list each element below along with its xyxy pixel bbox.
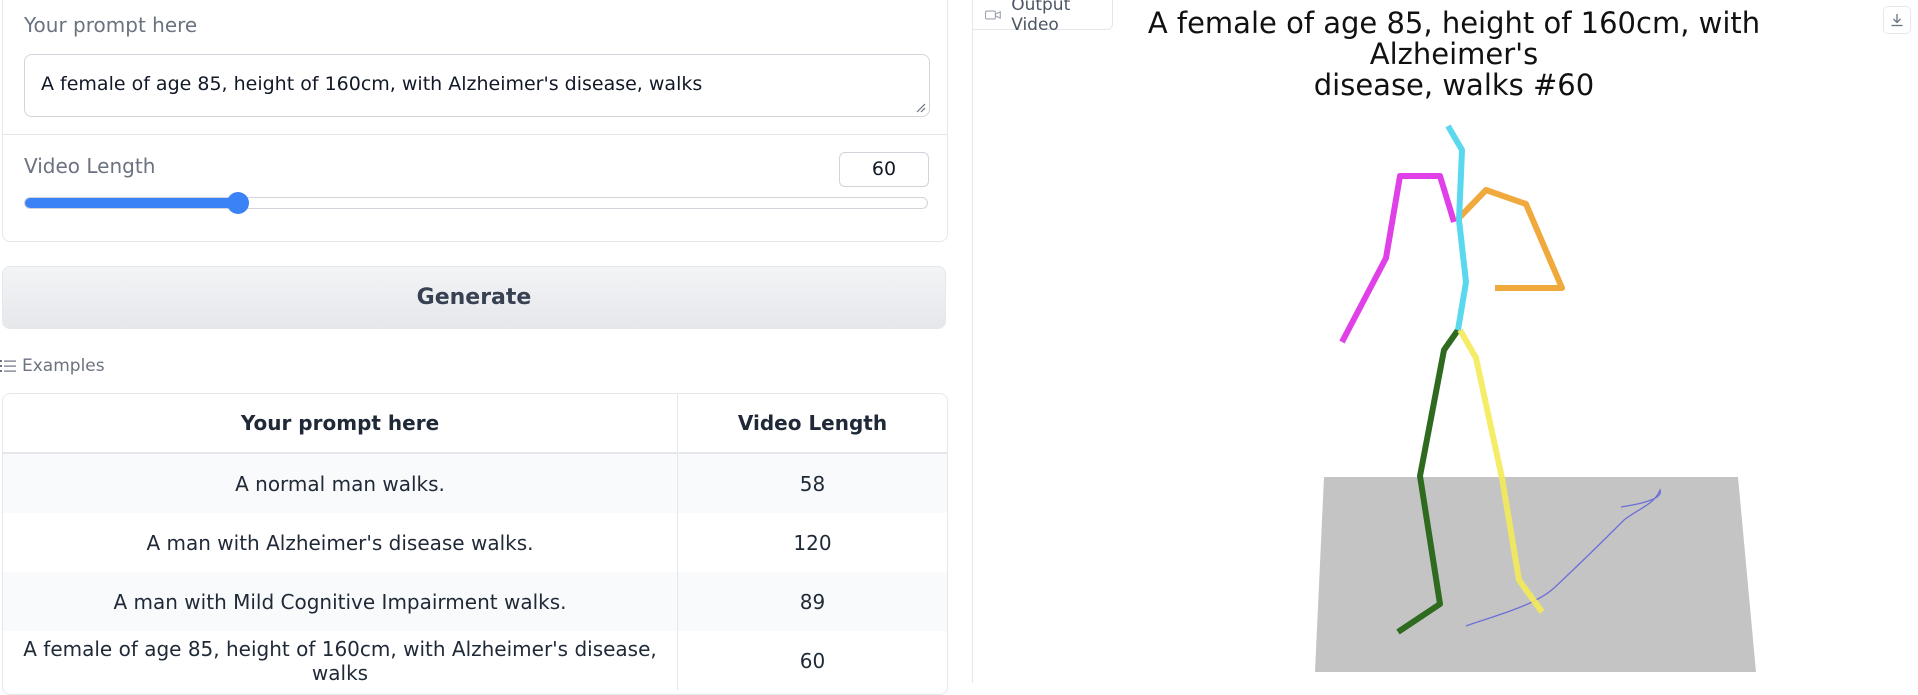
- skeleton-scene: [1315, 124, 1756, 672]
- example-length[interactable]: 58: [677, 453, 947, 513]
- example-length[interactable]: 120: [678, 513, 948, 572]
- example-length[interactable]: 60: [678, 631, 948, 690]
- output-panel: A female of age 85, height of 160cm, wit…: [972, 0, 1918, 683]
- download-icon: [1891, 14, 1903, 27]
- prompt-text: A female of age 85, height of 160cm, wit…: [41, 73, 703, 95]
- table-row[interactable]: A normal man walks. 58: [3, 453, 947, 513]
- table-row[interactable]: A female of age 85, height of 160cm, wit…: [3, 631, 947, 690]
- column-header-prompt: Your prompt here: [3, 394, 678, 454]
- list-icon: [0, 360, 16, 372]
- table-row[interactable]: A man with Alzheimer's disease walks. 12…: [3, 513, 947, 572]
- example-prompt[interactable]: A man with Alzheimer's disease walks.: [3, 513, 678, 572]
- video-length-slider[interactable]: [24, 192, 928, 214]
- examples-table: Your prompt here Video Length A normal m…: [2, 393, 948, 695]
- spine: [1445, 124, 1469, 331]
- floor-plane: [1315, 477, 1756, 672]
- slider-thumb[interactable]: [226, 192, 249, 214]
- video-length-input[interactable]: 60: [839, 152, 929, 187]
- divider: [3, 134, 947, 135]
- output-video[interactable]: A female of age 85, height of 160cm, wit…: [974, 0, 1918, 683]
- right-arm: [1339, 173, 1457, 344]
- output-video-tab-label: Output Video: [1011, 0, 1071, 35]
- table-row[interactable]: A man with Mild Cognitive Impairment wal…: [3, 572, 947, 631]
- slider-fill: [25, 198, 238, 208]
- prompt-label: Your prompt here: [24, 13, 198, 37]
- example-prompt[interactable]: A female of age 85, height of 160cm, wit…: [3, 631, 678, 690]
- examples-header[interactable]: Examples: [0, 356, 105, 376]
- example-length[interactable]: 89: [677, 572, 947, 631]
- input-panel: Your prompt here A female of age 85, hei…: [0, 0, 950, 695]
- video-camera-icon: [985, 10, 1001, 19]
- example-prompt[interactable]: A normal man walks.: [3, 453, 678, 513]
- left-arm: [1454, 187, 1565, 291]
- prompt-textarea[interactable]: A female of age 85, height of 160cm, wit…: [24, 54, 930, 117]
- example-prompt[interactable]: A man with Mild Cognitive Impairment wal…: [3, 572, 678, 631]
- column-header-length: Video Length: [677, 394, 947, 454]
- examples-label: Examples: [22, 356, 105, 376]
- video-length-label: Video Length: [24, 154, 156, 178]
- resize-handle-icon[interactable]: [916, 103, 926, 113]
- download-button[interactable]: [1883, 6, 1911, 34]
- output-video-tab[interactable]: Output Video: [973, 0, 1113, 35]
- table-header-row: Your prompt here Video Length: [3, 394, 947, 454]
- generate-button[interactable]: Generate: [2, 266, 946, 329]
- form-card: Your prompt here A female of age 85, hei…: [2, 0, 948, 242]
